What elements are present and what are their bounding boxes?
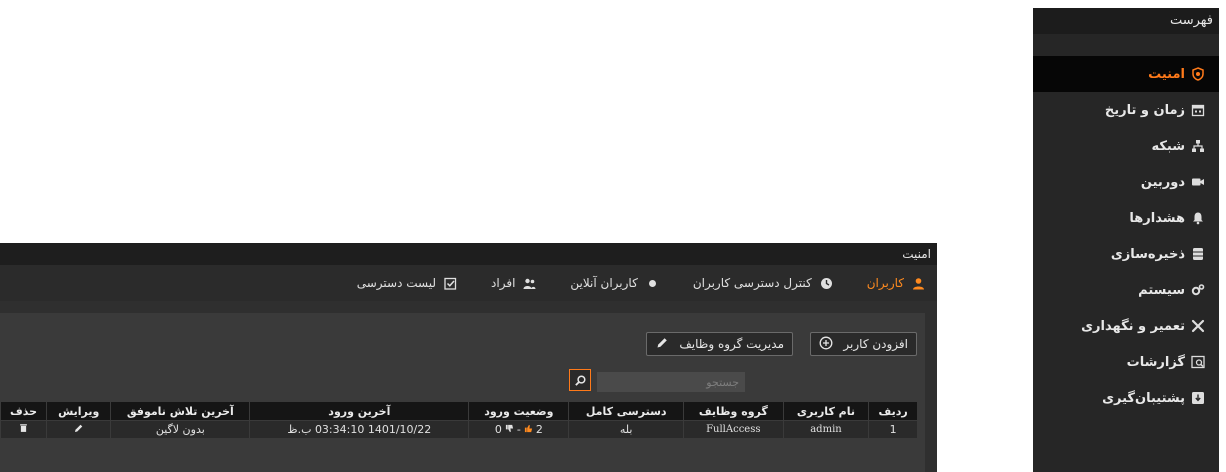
thumbs-down-icon <box>505 423 514 436</box>
tab-people[interactable]: افراد <box>491 276 536 290</box>
edit-cell[interactable] <box>46 420 111 438</box>
sidebar-item-reports[interactable]: گزارشات <box>1033 344 1219 380</box>
plus-circle-icon <box>819 336 833 353</box>
sidebar-item-camera[interactable]: دوربین <box>1033 164 1219 200</box>
tab-label: کنترل دسترسی کاربران <box>692 276 812 290</box>
sidebar-title: فهرست <box>1033 8 1219 34</box>
trash-icon[interactable] <box>19 423 28 433</box>
pencil-icon[interactable] <box>73 423 84 434</box>
column-header: آخرین تلاش ناموفق <box>110 402 250 421</box>
security-panel: امنیت کاربران کنترل دسترسی کاربران کاربر… <box>0 243 937 472</box>
sidebar-item-network[interactable]: شبکه <box>1033 128 1219 164</box>
column-header: ردیف <box>868 402 917 421</box>
users-table: ردیف نام کاربری گروه وظایف دسترسی کامل و… <box>0 402 917 438</box>
tab-label: کاربران آنلاین <box>570 276 638 290</box>
tab-label: لیست دسترسی <box>356 276 437 290</box>
cell-last-login: 1401/10/22 03:34:10 ب.ظ <box>249 420 469 438</box>
bell-icon <box>1191 211 1205 225</box>
cell-group: FullAccess <box>683 420 784 438</box>
manage-task-groups-button[interactable]: مدیریت گروه وظایف <box>646 332 793 356</box>
backup-icon <box>1191 391 1205 405</box>
cell-username: admin <box>782 420 869 438</box>
sidebar-item-backup[interactable]: پشتیبان‌گیری <box>1033 380 1219 416</box>
shield-icon <box>1191 67 1205 81</box>
sidebar-item-security[interactable]: امنیت <box>1033 56 1219 92</box>
checklist-icon <box>444 277 457 290</box>
tab-access-control[interactable]: کنترل دسترسی کاربران <box>693 276 833 290</box>
tab-access-list[interactable]: لیست دسترسی <box>357 276 457 290</box>
login-down-count: 0 <box>494 423 502 436</box>
online-dot-icon <box>646 277 659 290</box>
sidebar-item-alarms[interactable]: هشدارها <box>1033 200 1219 236</box>
gears-icon <box>1191 283 1205 297</box>
search-button[interactable] <box>569 369 591 391</box>
cell-full-access: بله <box>568 420 684 438</box>
add-user-button[interactable]: افزودن کاربر <box>810 332 917 356</box>
sidebar-item-label: دوربین <box>1140 174 1185 190</box>
table-row: 1 admin FullAccess بله 0 - 2 1401/10/22 … <box>0 420 917 438</box>
panel-title: امنیت <box>0 243 937 265</box>
sidebar-item-label: گزارشات <box>1126 354 1185 370</box>
sidebar-item-label: زمان و تاریخ <box>1104 102 1185 118</box>
people-icon <box>523 277 536 290</box>
sidebar-item-system[interactable]: سیستم <box>1033 272 1219 308</box>
sidebar-item-label: پشتیبان‌گیری <box>1102 390 1185 406</box>
sidebar-item-label: سیستم <box>1138 282 1185 298</box>
users-content: افزودن کاربر مدیریت گروه وظایف ردیف نام … <box>0 313 925 472</box>
sidebar-item-label: امنیت <box>1148 66 1185 82</box>
thumbs-up-icon <box>524 423 533 436</box>
tab-label: افراد <box>491 276 516 290</box>
sidebar-menu: فهرست امنیت زمان و تاریخ شبکه دوربین هشد… <box>1033 8 1219 472</box>
tab-online-users[interactable]: کاربران آنلاین <box>570 276 658 290</box>
delete-cell[interactable] <box>0 420 47 438</box>
column-header: دسترسی کامل <box>568 402 684 421</box>
separator: - <box>516 423 521 436</box>
calendar-icon <box>1191 103 1205 117</box>
sidebar-item-storage[interactable]: ذخیره‌سازی <box>1033 236 1219 272</box>
column-header: نام کاربری <box>782 402 869 421</box>
user-icon <box>912 277 925 290</box>
login-up-count: 2 <box>535 423 543 436</box>
tools-icon <box>1191 319 1205 333</box>
sidebar-item-label: ذخیره‌سازی <box>1110 246 1185 262</box>
sidebar-item-maintenance[interactable]: تعمیر و نگهداری <box>1033 308 1219 344</box>
tab-users[interactable]: کاربران <box>867 276 925 290</box>
storage-icon <box>1191 247 1205 261</box>
column-header: حذف <box>0 402 47 421</box>
pencil-icon <box>655 336 669 353</box>
add-user-label: افزودن کاربر <box>843 337 908 351</box>
search-icon <box>574 374 587 387</box>
column-header: وضعیت ورود <box>468 402 569 421</box>
sidebar-item-datetime[interactable]: زمان و تاریخ <box>1033 92 1219 128</box>
column-header: آخرین ورود <box>249 402 469 421</box>
camera-icon <box>1191 175 1205 189</box>
column-header: گروه وظایف <box>683 402 784 421</box>
sidebar-item-label: شبکه <box>1151 138 1185 154</box>
cell-last-failed: بدون لاگین <box>110 420 250 438</box>
report-icon <box>1191 355 1205 369</box>
sidebar-item-label: تعمیر و نگهداری <box>1081 318 1185 334</box>
manage-groups-label: مدیریت گروه وظایف <box>679 337 784 351</box>
tab-bar: کاربران کنترل دسترسی کاربران کاربران آنل… <box>0 265 937 301</box>
table-header-row: ردیف نام کاربری گروه وظایف دسترسی کامل و… <box>0 402 917 421</box>
tab-label: کاربران <box>866 276 904 290</box>
cell-index: 1 <box>868 420 917 438</box>
access-control-icon <box>820 277 833 290</box>
cell-login-status: 0 - 2 <box>468 420 569 438</box>
network-icon <box>1191 139 1205 153</box>
column-header: ویرایش <box>46 402 111 421</box>
sidebar-item-label: هشدارها <box>1129 210 1185 226</box>
search-input[interactable] <box>597 372 745 392</box>
